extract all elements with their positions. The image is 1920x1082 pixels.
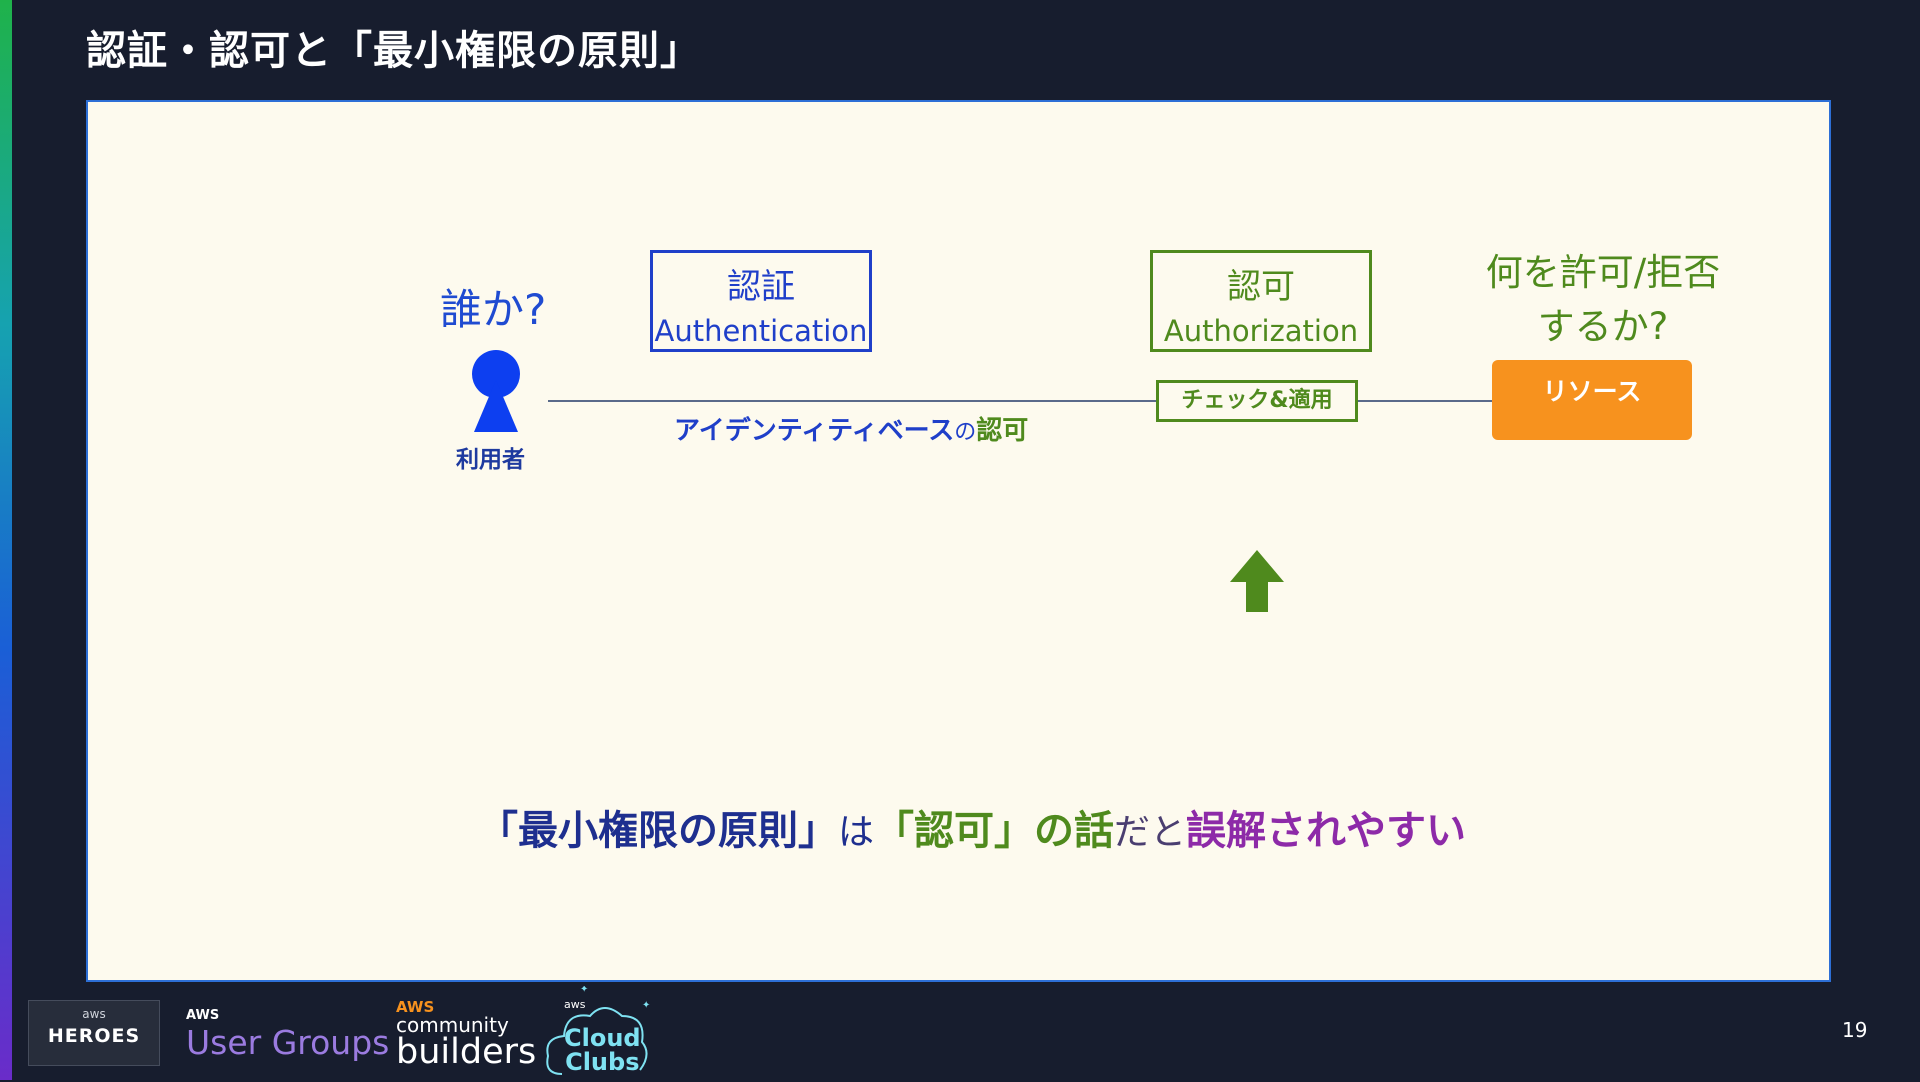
heroes-text: HEROES bbox=[47, 1025, 141, 1047]
question-line-1: 何を許可/拒否 bbox=[1485, 251, 1721, 294]
check-apply-box: チェック&適用 bbox=[1156, 380, 1358, 422]
aws-heroes-logo: aws HEROES bbox=[28, 1000, 160, 1066]
page-number: 19 bbox=[1842, 1018, 1868, 1042]
message-connector: だと bbox=[1114, 812, 1187, 853]
up-arrow-icon bbox=[1230, 550, 1284, 612]
accent-bar bbox=[0, 0, 12, 1080]
authentication-box: 認証 Authentication bbox=[650, 250, 872, 352]
aws-user-groups-logo: AWS User Groups bbox=[186, 1008, 389, 1062]
cloud-clubs-text: Cloud Clubs bbox=[564, 1026, 641, 1074]
key-message: 「最小権限の原則」は「認可」の話だと誤解されやすい bbox=[478, 798, 1466, 856]
content-panel: 誰か? 利用者 認証 Authentication 認可 Authorizati… bbox=[86, 100, 1831, 982]
builders-text: builders bbox=[396, 1032, 537, 1072]
slide-title: 認証・認可と「最小権限の原則」 bbox=[86, 28, 701, 74]
aws-community-builders-logo: AWS community builders bbox=[396, 1000, 536, 1070]
aws-cloud-clubs-logo: ✦ ✦ aws Cloud Clubs bbox=[542, 984, 654, 1078]
svg-text:✦: ✦ bbox=[580, 986, 588, 995]
identity-based-authorization-label: アイデンティティベースの認可 bbox=[674, 410, 1028, 447]
message-principle: 「最小権限の原則」 bbox=[478, 808, 838, 854]
question-line-2: するか? bbox=[1537, 305, 1669, 348]
message-misunderstood: 誤解されやすい bbox=[1186, 808, 1467, 854]
user-groups-aws-text: AWS bbox=[186, 1008, 220, 1023]
authorization-en: Authorization bbox=[1163, 314, 1359, 348]
message-authz-topic: 「認可」の話 bbox=[874, 808, 1115, 854]
cloud-text: Cloud bbox=[564, 1024, 641, 1052]
authentication-en: Authentication bbox=[654, 314, 868, 348]
svg-text:✦: ✦ bbox=[642, 1000, 650, 1011]
message-particle: は bbox=[838, 812, 875, 853]
user-icon bbox=[472, 350, 520, 432]
identity-based-authz: 認可 bbox=[976, 416, 1029, 446]
heroes-aws-text: aws bbox=[82, 1007, 106, 1021]
authorization-box: 認可 Authorization bbox=[1150, 250, 1372, 352]
authorization-jp: 認可 bbox=[1227, 267, 1295, 307]
identity-based-particle: の bbox=[954, 420, 977, 445]
resource-box: リソース bbox=[1492, 360, 1692, 440]
authentication-jp: 認証 bbox=[727, 267, 795, 307]
clubs-text: Clubs bbox=[565, 1048, 640, 1076]
user-label: 利用者 bbox=[456, 447, 525, 473]
cloud-clubs-aws-text: aws bbox=[564, 998, 586, 1011]
who-question: 誰か? bbox=[440, 285, 547, 334]
user-groups-text: User Groups bbox=[186, 1023, 390, 1062]
allow-deny-question: 何を許可/拒否 するか? bbox=[1468, 246, 1738, 354]
identity-based-text: アイデンティティベース bbox=[674, 416, 955, 446]
